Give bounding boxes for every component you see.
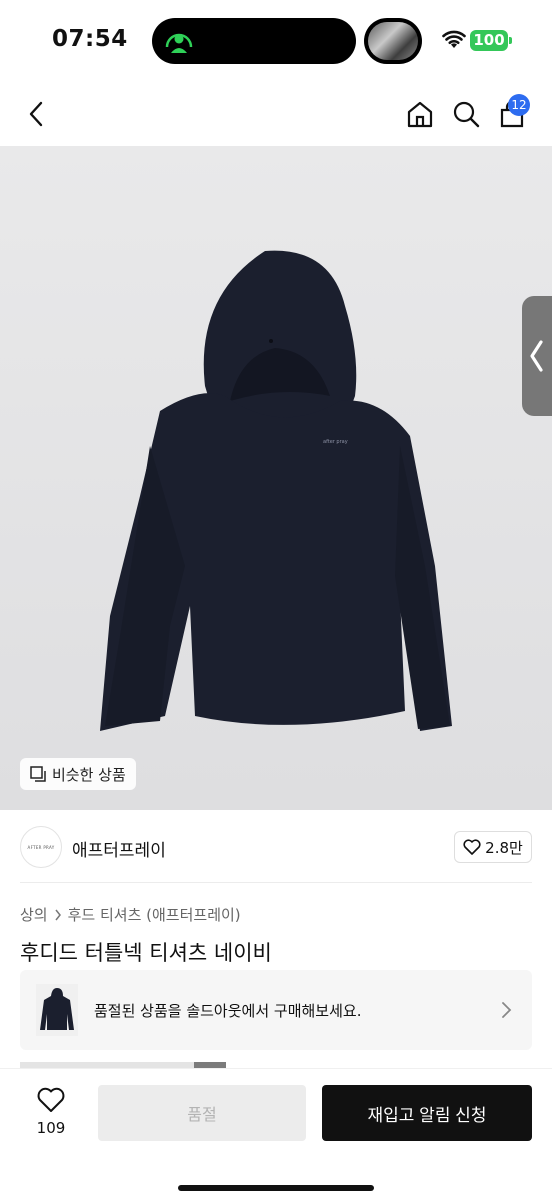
wishlist-button[interactable]: 109	[26, 1087, 76, 1143]
product-title: 후디드 터틀넥 티셔츠 네이비	[20, 941, 272, 965]
chevron-right-icon	[502, 1002, 512, 1018]
wifi-icon	[442, 30, 466, 48]
brand-like-count: 2.8만	[485, 838, 523, 857]
home-indicator[interactable]	[178, 1185, 374, 1191]
soldout-button[interactable]: 품절	[98, 1085, 306, 1141]
heart-icon	[37, 1087, 65, 1112]
media-thumbnail[interactable]	[364, 18, 422, 64]
heart-icon	[463, 839, 481, 855]
similar-products-label: 비슷한 상품	[52, 765, 126, 784]
dynamic-island[interactable]	[152, 18, 356, 64]
breadcrumb: 상의 후드 티셔츠 (애프터프레이)	[20, 904, 241, 925]
soldout-banner[interactable]: 품절된 상품을 솔드아웃에서 구매해보세요.	[20, 970, 532, 1050]
brand-logo[interactable]: AFTER PRAY	[20, 826, 62, 868]
breadcrumb-item-category[interactable]: 상의	[20, 904, 48, 925]
back-button[interactable]	[16, 94, 56, 134]
divider	[20, 882, 532, 883]
similar-products-button[interactable]: 비슷한 상품	[20, 758, 136, 790]
side-panel-handle[interactable]	[522, 296, 552, 416]
battery-icon: 100	[470, 30, 508, 51]
bottom-action-bar: 109 품절 재입고 알림 신청	[0, 1068, 552, 1200]
top-nav	[0, 82, 552, 146]
search-icon	[453, 101, 480, 128]
battery-tip	[509, 37, 512, 44]
brand-like-button[interactable]: 2.8만	[454, 831, 532, 863]
brand-name[interactable]: 애프터프레이	[72, 836, 166, 861]
status-time: 07:54	[52, 26, 128, 52]
wishlist-count: 109	[36, 1119, 66, 1137]
media-thumbnail-image	[368, 22, 418, 60]
brand-logo-text: AFTER PRAY	[27, 844, 55, 850]
soldout-banner-text: 품절된 상품을 솔드아웃에서 구매해보세요.	[94, 1002, 362, 1020]
status-bar: 07:54 100	[0, 0, 552, 82]
home-button[interactable]	[400, 94, 440, 134]
print-text: after pray	[323, 439, 348, 445]
call-activity-icon	[165, 33, 193, 53]
home-icon	[407, 101, 433, 128]
chevron-right-icon	[55, 909, 61, 920]
product-image[interactable]: after pray	[0, 146, 552, 810]
back-icon	[29, 101, 43, 127]
chevron-left-icon	[530, 340, 543, 372]
breadcrumb-item-subcategory[interactable]: 후드 티셔츠 (애프터프레이)	[68, 904, 241, 925]
soldout-thumbnail	[36, 984, 78, 1036]
search-button[interactable]	[446, 94, 486, 134]
hoodie-image: after pray	[100, 250, 452, 731]
cart-count-badge: 12	[508, 94, 530, 116]
restock-alert-button[interactable]: 재입고 알림 신청	[322, 1085, 532, 1141]
similar-products-icon	[30, 766, 46, 782]
brand-row: AFTER PRAY 애프터프레이 2.8만	[0, 820, 552, 882]
